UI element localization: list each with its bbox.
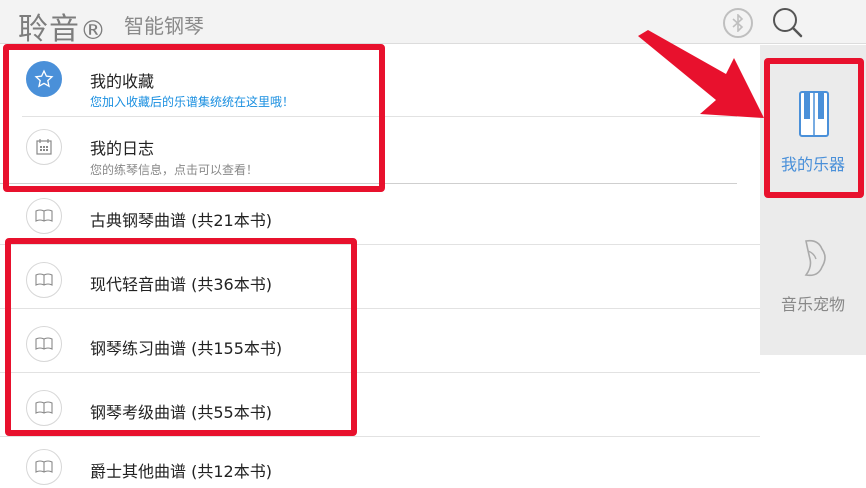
search-button[interactable]: [770, 5, 804, 39]
highlight-box-scores: [5, 238, 357, 436]
highlight-box-personal: [3, 44, 385, 192]
app-subtitle: 智能钢琴: [124, 14, 204, 38]
arrow-icon: [638, 30, 764, 118]
pet-icon: [804, 239, 826, 277]
brand-name: 聆音: [18, 12, 80, 47]
list-item-jazz[interactable]: 爵士其他曲谱 (共12本书): [0, 441, 760, 488]
sidebar-item-label: 音乐宠物: [780, 295, 845, 314]
list-item-title: 爵士其他曲谱 (共12本书): [90, 462, 272, 481]
highlight-box-instrument: [764, 58, 864, 198]
list-item-title: 古典钢琴曲谱 (共21本书): [90, 211, 272, 230]
sidebar-item-music-pet[interactable]: 音乐宠物: [760, 225, 866, 325]
app-brand: 聆音®: [18, 4, 107, 48]
search-icon: [773, 8, 803, 38]
registered-mark: ®: [80, 16, 107, 46]
book-icon: [26, 198, 62, 234]
book-icon: [26, 449, 62, 485]
divider: [0, 436, 760, 437]
